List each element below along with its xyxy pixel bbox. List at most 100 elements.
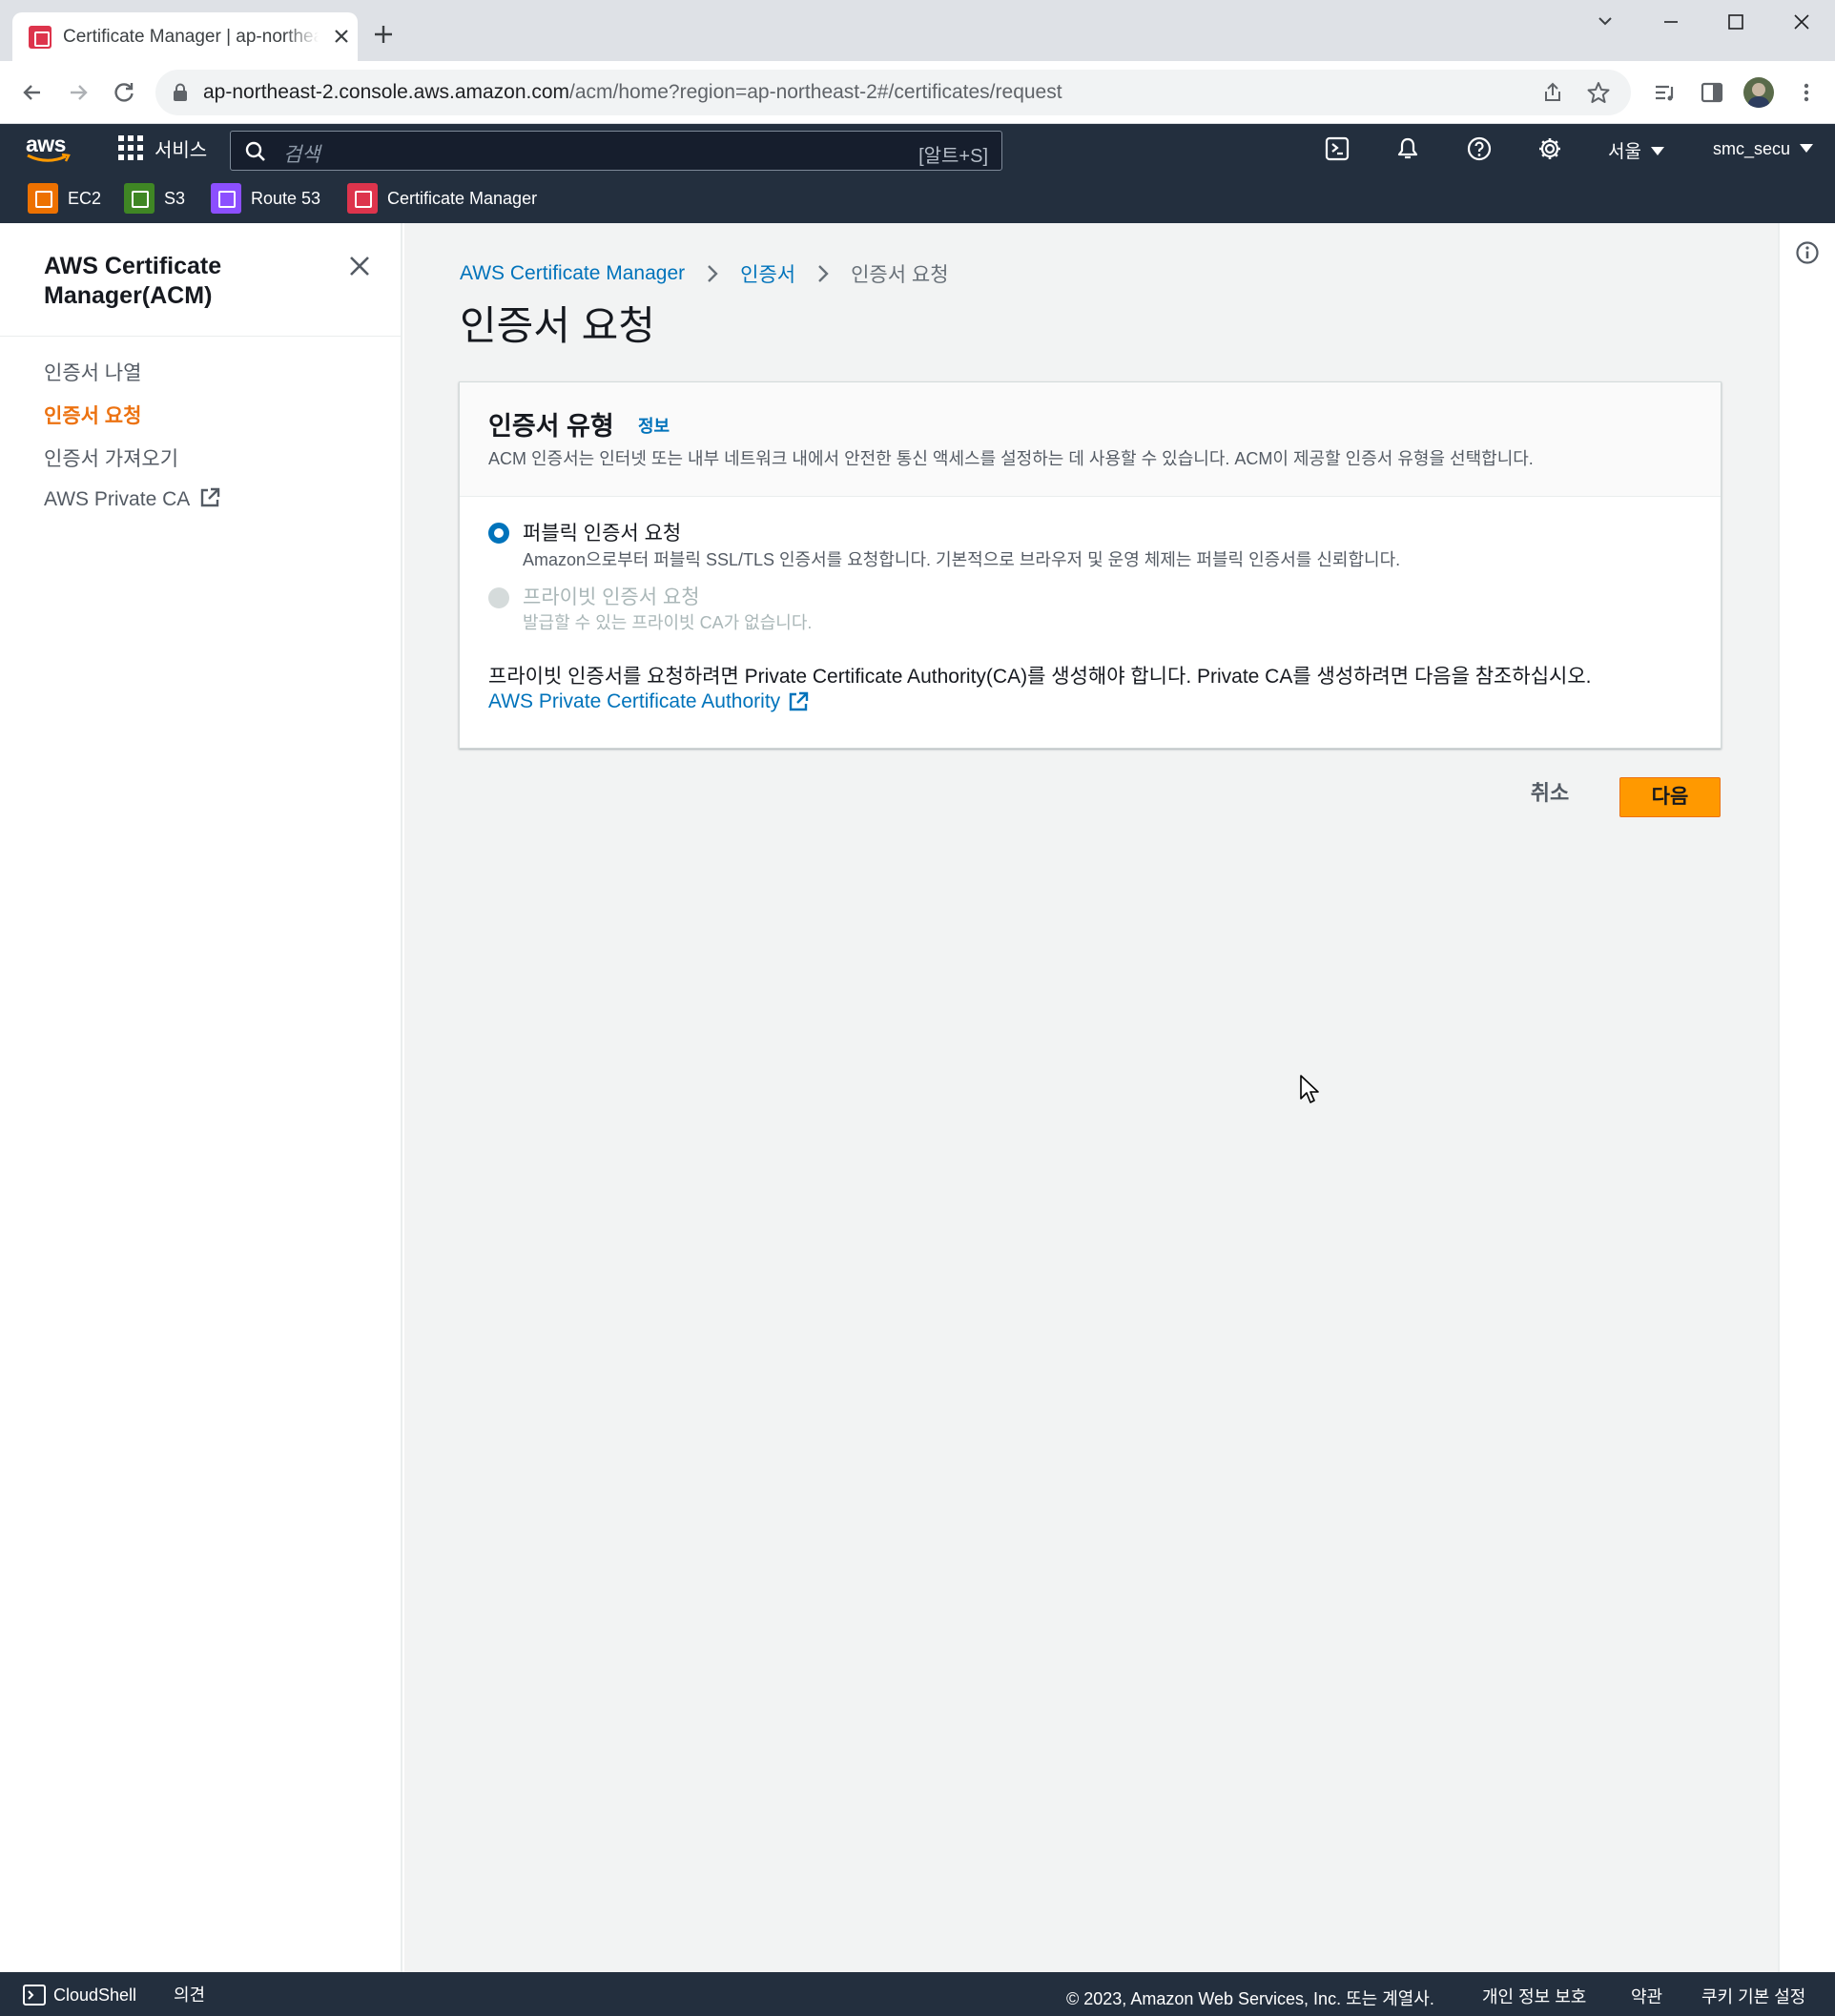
panel-description: ACM 인증서는 인터넷 또는 내부 네트워크 내에서 안전한 통신 액세스를 … — [488, 449, 1534, 468]
region-selector[interactable]: 서울 — [1608, 137, 1664, 163]
certificate-type-panel: 인증서 유형 정보 ACM 인증서는 인터넷 또는 내부 네트워크 내에서 안전… — [459, 381, 1722, 749]
browser-menu-icon[interactable] — [1793, 79, 1820, 106]
sidebar-item-private-ca[interactable]: AWS Private CA — [44, 487, 220, 511]
chevron-right-icon — [818, 265, 829, 282]
favorite-certificate-manager[interactable]: Certificate Manager — [347, 183, 538, 214]
privacy-link[interactable]: 개인 정보 보호 — [1482, 1984, 1586, 2008]
sidebar-item-label: AWS Private CA — [44, 488, 191, 510]
url-host: ap-northeast-2.console.aws.amazon.com — [203, 81, 570, 103]
services-label: 서비스 — [155, 139, 208, 161]
close-icon[interactable] — [347, 254, 372, 278]
info-link[interactable]: 정보 — [638, 413, 670, 438]
cookie-preferences-link[interactable]: 쿠키 기본 설정 — [1701, 1984, 1805, 2008]
private-certificate-description: 발급할 수 있는 프라이빗 CA가 없습니다. — [523, 613, 813, 632]
profile-avatar[interactable] — [1743, 77, 1774, 108]
aws-logo[interactable]: aws — [26, 132, 73, 162]
search-placeholder: 검색 — [283, 144, 320, 166]
lock-icon[interactable] — [173, 83, 188, 102]
minimize-icon[interactable] — [1657, 10, 1685, 34]
region-label: 서울 — [1608, 142, 1641, 162]
breadcrumb-acm-link[interactable]: AWS Certificate Manager — [460, 262, 685, 285]
account-label: smc_secu — [1713, 139, 1791, 158]
external-link-icon — [201, 487, 220, 507]
certificate-manager-favicon-icon — [29, 26, 52, 49]
private-certificate-radio — [488, 587, 509, 608]
favorite-label: S3 — [164, 188, 186, 208]
public-certificate-label[interactable]: 퍼블릭 인증서 요청 — [523, 518, 681, 546]
search-input[interactable]: 검색 [알트+S] — [230, 131, 1002, 171]
cloudshell-button[interactable]: CloudShell — [53, 1985, 136, 2006]
panel-header: 인증서 유형 정보 ACM 인증서는 인터넷 또는 내부 네트워크 내에서 안전… — [460, 382, 1721, 497]
breadcrumb-certificates-link[interactable]: 인증서 — [740, 259, 795, 288]
settings-gear-icon[interactable] — [1537, 136, 1562, 161]
new-tab-icon[interactable] — [372, 23, 395, 46]
help-panel-rail — [1778, 223, 1835, 1972]
sidebar-title: AWS Certificate Manager(ACM) — [44, 253, 222, 309]
reload-icon[interactable] — [111, 79, 137, 106]
forward-icon[interactable] — [65, 79, 92, 106]
public-certificate-description: Amazon으로부터 퍼블릭 SSL/TLS 인증서를 요청합니다. 기본적으로… — [523, 550, 1401, 569]
reading-list-icon[interactable] — [1652, 79, 1679, 106]
search-icon — [245, 141, 265, 161]
sidebar-divider — [0, 336, 401, 337]
panel-title: 인증서 유형 — [488, 412, 614, 441]
tab-close-icon[interactable] — [331, 26, 352, 47]
ec2-icon — [28, 183, 58, 214]
sidebar-item-import-certificate[interactable]: 인증서 가져오기 — [44, 443, 178, 472]
browser-tab[interactable]: Certificate Manager | ap-northeast-2 — [12, 12, 358, 61]
maximize-icon[interactable] — [1722, 10, 1750, 34]
browser-toolbar: ap-northeast-2.console.aws.amazon.com/ac… — [0, 61, 1835, 124]
page-title: 인증서 요청 — [460, 303, 655, 348]
feedback-link[interactable]: 의견 — [174, 1982, 205, 2006]
cloudshell-icon[interactable] — [1325, 136, 1350, 161]
external-link-icon — [789, 691, 809, 711]
route53-icon — [211, 183, 241, 214]
certificate-manager-icon — [347, 183, 378, 214]
tab-search-chevron-icon[interactable] — [1591, 10, 1619, 34]
account-menu[interactable]: smc_secu — [1713, 139, 1814, 159]
private-ca-link[interactable]: AWS Private Certificate Authority — [488, 690, 809, 713]
back-icon[interactable] — [19, 79, 46, 106]
next-button[interactable]: 다음 — [1619, 777, 1721, 817]
address-bar[interactable]: ap-northeast-2.console.aws.amazon.com/ac… — [155, 70, 1631, 115]
services-menu-button[interactable]: 서비스 — [118, 132, 207, 164]
search-shortcut: [알트+S] — [918, 146, 988, 167]
window-close-icon[interactable] — [1787, 10, 1816, 34]
favorites-bar: EC2 S3 Route 53 Certificate Manager — [0, 172, 1835, 223]
cancel-button[interactable]: 취소 — [1518, 774, 1581, 813]
console-footer: CloudShell 의견 © 2023, Amazon Web Service… — [0, 1972, 1835, 2016]
bookmark-star-icon[interactable] — [1586, 80, 1611, 105]
url-path: /acm/home?region=ap-northeast-2#/certifi… — [569, 81, 1062, 103]
breadcrumb-current: 인증서 요청 — [851, 264, 949, 286]
s3-icon — [124, 183, 155, 214]
sidebar-item-list-certificates[interactable]: 인증서 나열 — [44, 358, 141, 386]
terms-link[interactable]: 약관 — [1631, 1984, 1662, 2008]
favorite-s3[interactable]: S3 — [124, 183, 186, 214]
share-icon[interactable] — [1540, 80, 1565, 105]
sidebar-item-request-certificate[interactable]: 인증서 요청 — [44, 401, 141, 429]
favorite-label: Certificate Manager — [387, 188, 538, 208]
favorite-label: Route 53 — [251, 188, 321, 208]
aws-top-navigation: aws 서비스 검색 [알트+S] 서울 smc_secu — [0, 124, 1835, 172]
favorite-ec2[interactable]: EC2 — [28, 183, 102, 214]
copyright-text: © 2023, Amazon Web Services, Inc. 또는 계열사… — [1066, 1989, 1434, 2008]
cloudshell-icon[interactable] — [23, 1985, 46, 2006]
favorite-label: EC2 — [68, 188, 102, 208]
services-grid-icon — [118, 135, 143, 160]
private-ca-note: 프라이빗 인증서를 요청하려면 Private Certificate Auth… — [488, 666, 1592, 688]
private-certificate-label: 프라이빗 인증서 요청 — [523, 586, 700, 608]
info-icon[interactable] — [1795, 240, 1820, 265]
url-text: ap-northeast-2.console.aws.amazon.com/ac… — [203, 79, 1062, 106]
notifications-bell-icon[interactable] — [1395, 136, 1420, 161]
side-panel-icon[interactable] — [1699, 79, 1725, 106]
region-caret-icon — [1650, 147, 1664, 155]
public-certificate-radio[interactable] — [488, 523, 509, 544]
sidebar: AWS Certificate Manager(ACM) 인증서 나열 인증서 … — [0, 223, 402, 1972]
aws-smile-icon — [27, 153, 71, 162]
favorite-route53[interactable]: Route 53 — [211, 183, 321, 214]
help-icon[interactable] — [1467, 136, 1492, 161]
tab-title: Certificate Manager | ap-northeast-2 — [63, 25, 319, 50]
account-caret-icon — [1800, 144, 1814, 153]
breadcrumb: AWS Certificate Manager 인증서 인증서 요청 — [460, 259, 949, 288]
chevron-right-icon — [708, 265, 718, 282]
